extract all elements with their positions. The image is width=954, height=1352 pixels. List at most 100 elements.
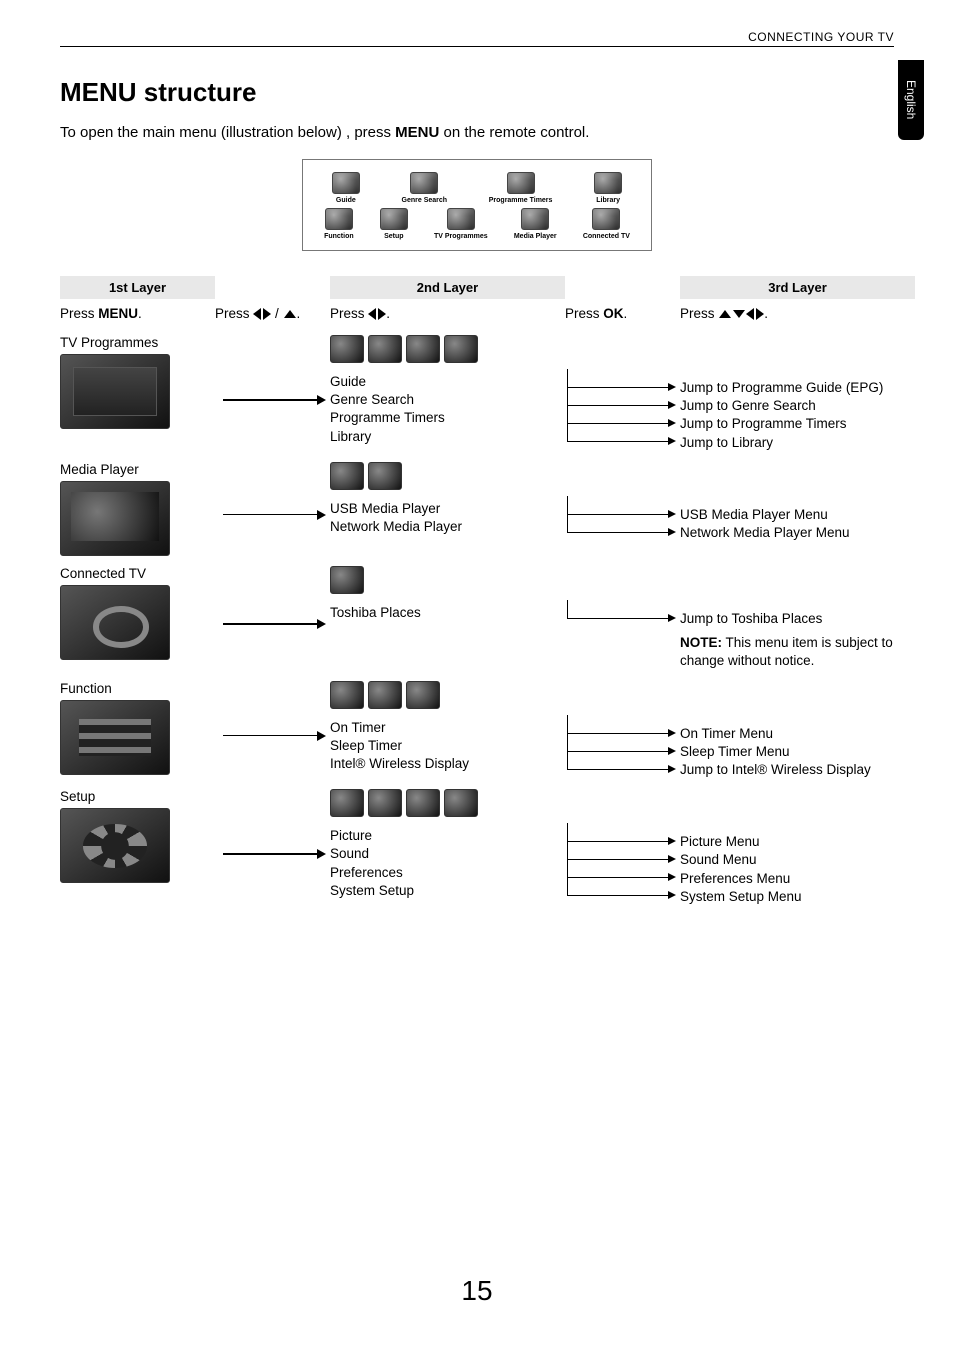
- section-title: TV Programmes: [60, 335, 215, 350]
- left-arrow-icon: [746, 308, 754, 320]
- sub-menu-icon: [406, 335, 440, 363]
- menu-illustration-item: Genre Search: [402, 172, 448, 204]
- icon-strip: [330, 335, 565, 363]
- connector-arrow-icon: [565, 761, 680, 779]
- icon-strip: [330, 789, 565, 817]
- ls4-post: .: [624, 306, 628, 321]
- third-layer-item: Jump to Intel® Wireless Display: [680, 761, 915, 779]
- layer-subheaders: Press MENU. Press / . Press . Press OK. …: [60, 304, 894, 323]
- sub-menu-icon: [330, 462, 364, 490]
- third-layer-item: Sleep Timer Menu: [680, 743, 915, 761]
- third-layer-item: On Timer Menu: [680, 725, 915, 743]
- layer-sub-2: Press / .: [215, 304, 330, 323]
- sub-menu-icon: [368, 681, 402, 709]
- sub-menu-icon: [406, 681, 440, 709]
- section-title: Connected TV: [60, 566, 215, 581]
- ls1-post: .: [138, 306, 142, 321]
- section-thumbnail: [60, 585, 170, 660]
- connector-arrow-icon: [565, 415, 680, 433]
- second-layer-item: On Timer: [330, 719, 565, 737]
- language-tab: English: [898, 60, 924, 140]
- page-number: 15: [0, 1275, 954, 1307]
- menu-icon: [332, 172, 360, 194]
- ls3-pre: Press: [330, 306, 368, 321]
- layer-sub-3: Press .: [330, 304, 565, 323]
- layer-sub-4: Press OK.: [565, 304, 680, 323]
- menu-section-row: Media PlayerUSB Media PlayerNetwork Medi…: [60, 462, 894, 556]
- menu-icon-label: Media Player: [514, 233, 557, 240]
- arrow-icon: [215, 681, 330, 780]
- arrow-icon: [215, 789, 330, 906]
- layer-head-3: 3rd Layer: [680, 276, 915, 299]
- section-title: Function: [60, 681, 215, 696]
- second-layer-item: Programme Timers: [330, 409, 565, 427]
- third-layer-item: Jump to Toshiba Places: [680, 610, 915, 628]
- connector-arrow-icon: [565, 524, 680, 542]
- menu-section-row: Connected TVToshiba PlacesJump to Toshib…: [60, 566, 894, 671]
- section-title: Setup: [60, 789, 215, 804]
- icon-strip: [330, 566, 565, 594]
- menu-illustration: Guide Genre Search Programme Timers Library…: [302, 159, 652, 251]
- connector-arrow-icon: [565, 851, 680, 869]
- sub-menu-icon: [368, 789, 402, 817]
- connector-arrow-icon: [565, 610, 680, 628]
- menu-illustration-item: Setup: [380, 208, 408, 240]
- menu-icon-label: Genre Search: [402, 197, 448, 204]
- section-title: Media Player: [60, 462, 215, 477]
- second-layer-item: Toshiba Places: [330, 604, 565, 622]
- layer-head-2: 2nd Layer: [330, 276, 565, 299]
- left-arrow-icon: [368, 308, 376, 320]
- menu-icon-label: Library: [594, 197, 622, 204]
- second-layer-item: Picture: [330, 827, 565, 845]
- menu-icon: [507, 172, 535, 194]
- menu-illustration-item: Function: [324, 208, 354, 240]
- third-layer-item: Jump to Library: [680, 434, 915, 452]
- sub-menu-icon: [406, 789, 440, 817]
- second-layer-item: Preferences: [330, 864, 565, 882]
- menu-icon-label: Guide: [332, 197, 360, 204]
- menu-illustration-item: Programme Timers: [489, 172, 553, 204]
- ls2-post: .: [297, 306, 301, 321]
- intro-pre: To open the main menu (illustration belo…: [60, 124, 395, 141]
- menu-illustration-item: Library: [594, 172, 622, 204]
- menu-icon: [521, 208, 549, 230]
- sub-menu-icon: [368, 335, 402, 363]
- ls1-pre: Press: [60, 306, 98, 321]
- menu-icon-label: TV Programmes: [434, 233, 488, 240]
- icon-strip: [330, 462, 565, 490]
- second-layer-item: Guide: [330, 373, 565, 391]
- connector-arrow-icon: [565, 869, 680, 887]
- left-arrow-icon: [253, 308, 261, 320]
- layer-head-1: 1st Layer: [60, 276, 215, 299]
- menu-illustration-item: Guide: [332, 172, 360, 204]
- icon-strip: [330, 681, 565, 709]
- section-thumbnail: [60, 700, 170, 775]
- connector-arrow-icon: [565, 833, 680, 851]
- up-arrow-icon: [719, 310, 731, 318]
- ls1-key: MENU: [98, 306, 138, 321]
- ls4-key: OK: [603, 306, 623, 321]
- menu-icon: [594, 172, 622, 194]
- arrow-icon: [215, 335, 330, 452]
- section-thumbnail: [60, 481, 170, 556]
- section-thumbnail: [60, 808, 170, 883]
- sub-menu-icon: [330, 335, 364, 363]
- section-thumbnail: [60, 354, 170, 429]
- second-layer-item: Network Media Player: [330, 518, 565, 536]
- second-layer-item: Sound: [330, 845, 565, 863]
- arrow-icon: [215, 566, 330, 671]
- connector-arrow-icon: [565, 743, 680, 761]
- sub-menu-icon: [330, 789, 364, 817]
- menu-icon: [325, 208, 353, 230]
- menu-icon-label: Programme Timers: [489, 197, 553, 204]
- note-text: NOTE: This menu item is subject to chang…: [680, 634, 915, 670]
- menu-icon: [592, 208, 620, 230]
- third-layer-item: Preferences Menu: [680, 870, 915, 888]
- layer-sub-5: Press .: [680, 304, 915, 323]
- ls3-post: .: [386, 306, 390, 321]
- layer-sub-1: Press MENU.: [60, 304, 215, 323]
- second-layer-item: Genre Search: [330, 391, 565, 409]
- intro-post: on the remote control.: [439, 124, 589, 141]
- ls5-pre: Press: [680, 306, 718, 321]
- ls2-pre: Press: [215, 306, 253, 321]
